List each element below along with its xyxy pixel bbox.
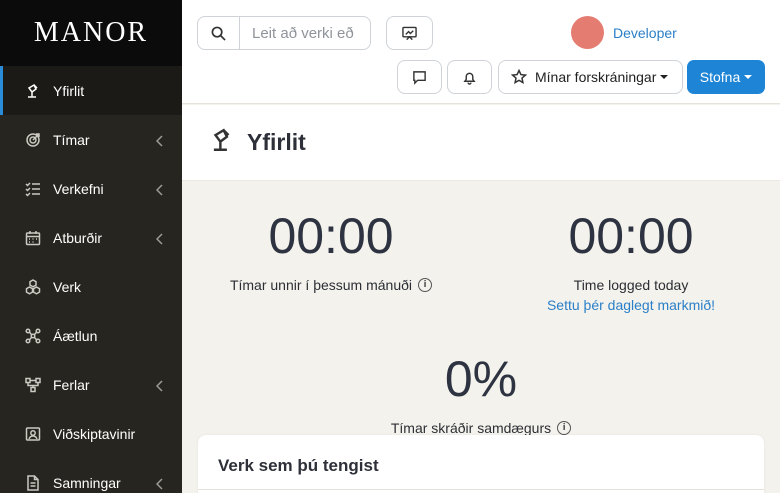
info-icon[interactable]: i bbox=[557, 421, 572, 435]
search-button[interactable] bbox=[198, 17, 240, 49]
chevron-left-icon bbox=[155, 183, 164, 196]
caret-down-icon bbox=[660, 75, 669, 79]
sidebar: MANOR Yfirlit Tímar Verkefni Atburðir Ve… bbox=[0, 0, 182, 493]
chevron-left-icon bbox=[155, 134, 164, 147]
app-logo[interactable]: MANOR bbox=[0, 0, 182, 66]
create-dropdown-button[interactable]: Stofna bbox=[687, 60, 765, 94]
sidebar-item-label: Verk bbox=[53, 278, 82, 295]
stat-value: 0% bbox=[444, 351, 518, 407]
info-icon[interactable]: i bbox=[418, 278, 433, 292]
top-bar: Developer Mínar forskráningar Stofna bbox=[182, 0, 780, 104]
favorites-dropdown[interactable]: Mínar forskráningar bbox=[498, 60, 683, 94]
chevron-left-icon bbox=[155, 379, 164, 392]
sidebar-item-verk[interactable]: Verk bbox=[0, 262, 182, 311]
sidebar-item-label: Atburðir bbox=[53, 229, 103, 246]
sidebar-item-atburdir[interactable]: Atburðir bbox=[0, 213, 182, 262]
sidebar-item-label: Tímar bbox=[53, 131, 90, 148]
target-icon bbox=[24, 131, 42, 149]
sidebar-item-label: Samningar bbox=[53, 474, 121, 491]
chat-icon bbox=[413, 70, 426, 85]
contact-card-icon bbox=[24, 425, 42, 443]
search-box bbox=[197, 16, 371, 50]
user-name: Developer bbox=[613, 24, 677, 41]
favorites-label: Mínar forskráningar bbox=[535, 69, 657, 85]
sidebar-item-yfirlit[interactable]: Yfirlit bbox=[0, 66, 182, 115]
sidebar-item-label: Viðskiptavinir bbox=[53, 425, 136, 442]
user-menu[interactable]: Developer bbox=[571, 16, 677, 49]
chevron-left-icon bbox=[155, 232, 164, 245]
sidebar-item-verkefni[interactable]: Verkefni bbox=[0, 164, 182, 213]
search-input[interactable] bbox=[240, 17, 368, 49]
bell-icon bbox=[463, 72, 476, 85]
desk-lamp-icon bbox=[24, 82, 42, 100]
presentation-button[interactable] bbox=[386, 16, 433, 50]
notifications-button[interactable] bbox=[447, 60, 492, 94]
sidebar-item-vidskiptavinir[interactable]: Viðskiptavinir bbox=[0, 409, 182, 458]
create-label: Stofna bbox=[699, 69, 741, 85]
card-divider bbox=[198, 489, 764, 490]
desk-lamp-icon bbox=[209, 127, 235, 158]
checklist-icon bbox=[24, 180, 42, 198]
page-header: Yfirlit bbox=[182, 105, 780, 181]
chevron-left-icon bbox=[155, 477, 164, 490]
sidebar-item-samningar[interactable]: Samningar bbox=[0, 458, 182, 493]
sidebar-item-timar[interactable]: Tímar bbox=[0, 115, 182, 164]
sidebar-item-label: Ferlar bbox=[53, 376, 90, 393]
feedback-button[interactable] bbox=[397, 60, 442, 94]
sidebar-item-label: Yfirlit bbox=[53, 82, 85, 99]
caret-down-icon bbox=[744, 75, 753, 79]
related-projects-card: Verk sem þú tengist bbox=[198, 435, 764, 493]
star-icon bbox=[511, 69, 527, 84]
presentation-icon bbox=[402, 26, 417, 40]
stat-value: 00:00 bbox=[568, 208, 694, 264]
page-title: Yfirlit bbox=[247, 129, 306, 155]
avatar bbox=[571, 16, 604, 49]
calendar-icon bbox=[24, 229, 42, 247]
stat-today-hours: 00:00 Time logged today Settu þér dagleg… bbox=[515, 211, 747, 313]
card-title: Verk sem þú tengist bbox=[218, 456, 379, 475]
stat-label: Tímar skráðir samdægurs bbox=[390, 420, 552, 436]
set-daily-goal-link[interactable]: Settu þér daglegt markmið! bbox=[515, 297, 747, 313]
stat-value: 00:00 bbox=[268, 208, 394, 264]
stat-same-day: 0% Tímar skráðir samdægurs i bbox=[372, 354, 590, 436]
document-icon bbox=[24, 474, 42, 492]
stat-label: Tímar unnir í þessum mánuði bbox=[229, 277, 413, 293]
sidebar-item-label: Áætlun bbox=[53, 327, 98, 344]
search-icon bbox=[211, 26, 226, 41]
stat-label: Time logged today bbox=[573, 277, 689, 293]
sidebar-item-aaetlun[interactable]: Áætlun bbox=[0, 311, 182, 360]
sidebar-nav: Yfirlit Tímar Verkefni Atburðir Verk Áæt… bbox=[0, 66, 182, 493]
sidebar-item-label: Verkefni bbox=[53, 180, 104, 197]
flow-icon bbox=[24, 376, 42, 394]
stat-month-hours: 00:00 Tímar unnir í þessum mánuði i bbox=[215, 211, 447, 293]
sidebar-item-ferlar[interactable]: Ferlar bbox=[0, 360, 182, 409]
workflow-icon bbox=[24, 327, 42, 345]
cubes-icon bbox=[24, 278, 42, 296]
